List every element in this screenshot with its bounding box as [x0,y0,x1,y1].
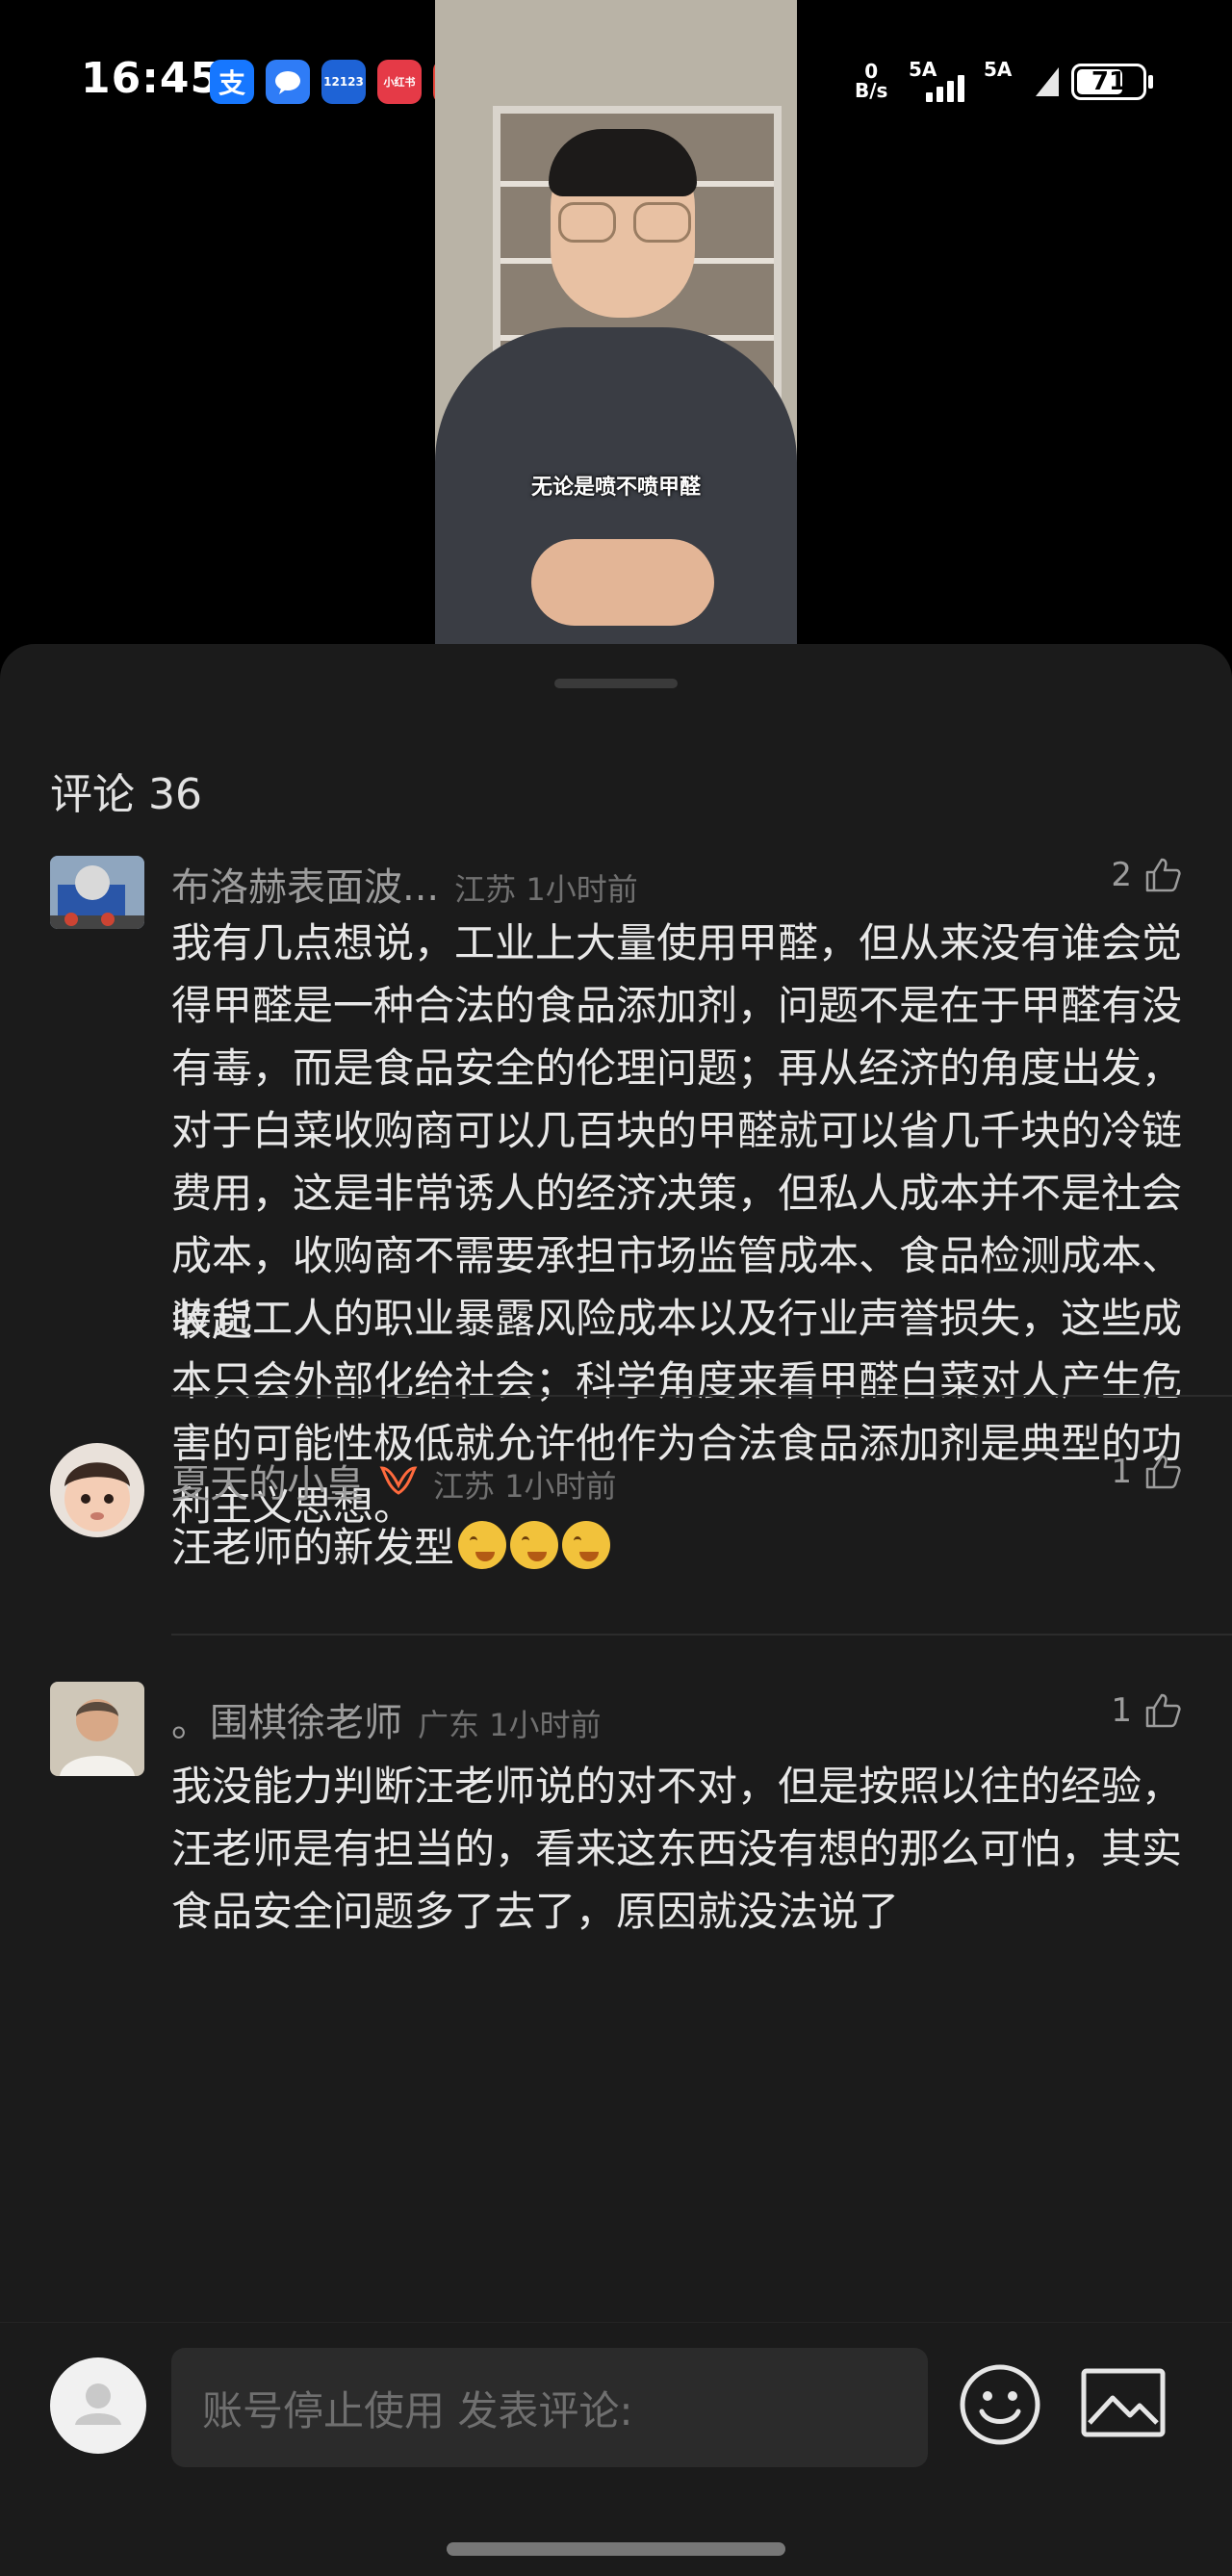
battery-icon: 71 [1071,64,1153,100]
comment-input[interactable]: 账号停止使用 发表评论: [171,2348,928,2467]
comment-text: 汪老师的新发型 [171,1524,455,1571]
like-button[interactable]: 1 [1111,1691,1182,1730]
like-count: 1 [1111,1691,1132,1730]
commenter-name[interactable]: 布洛赫表面波... [171,856,439,912]
commenter-name[interactable]: 。围棋徐老师 [171,1691,402,1747]
signal-2-label: 5A [984,58,1013,81]
like-button[interactable]: 1 [1111,1453,1182,1491]
comment-text: 我有几点想说，工业上大量使用甲醛，但从来没有谁会觉得甲醛是一种合法的食品添加剂，… [171,919,1183,1530]
drag-handle[interactable] [554,679,678,688]
wifi-weak-icon [1036,67,1059,96]
comment-sheet: 评论 36 布洛赫表面波... 江苏 1小时前 2 我有几点想说，工业上大量使用… [0,644,1232,2576]
divider [171,1395,1232,1397]
image-button[interactable] [1080,2365,1167,2442]
comment-location-time: 广东 1小时前 [418,1707,602,1743]
home-indicator[interactable] [447,2542,785,2556]
image-icon [1081,2368,1166,2437]
signal-1-label: 5A [909,58,937,81]
commenter-name[interactable]: 夏天的小皇 [171,1453,364,1508]
emoji-button[interactable] [957,2361,1043,2448]
avatar[interactable] [50,856,144,929]
like-count: 2 [1111,856,1132,894]
network-speed: 0 B/s [855,60,888,102]
emoji-icon [960,2364,1040,2445]
clock: 16:45 [81,54,221,103]
collapse-link[interactable]: 收起 [171,1289,252,1348]
signal-1-icon: 5A [909,58,970,102]
default-avatar-icon [75,2383,121,2425]
alipay-icon: 支 [210,60,254,104]
video-subtitle: 无论是喷不喷甲醛 [530,476,701,500]
avatar[interactable] [50,1443,144,1537]
xiaohongshu-icon: 小红书 [377,60,422,104]
comment-location-time: 江苏 1小时前 [454,871,638,908]
message-icon [266,60,310,104]
like-button[interactable]: 2 [1111,856,1182,894]
comment-input-bar: 账号停止使用 发表评论: [0,2322,1232,2576]
comment-location-time: 江苏 1小时前 [433,1468,617,1505]
like-icon [1145,1693,1181,1728]
comment-count-title: 评论 36 [50,770,202,819]
thinking-emoji-icon [458,1521,507,1569]
my-avatar[interactable] [50,2357,146,2454]
traffic-12123-icon: 12123 [321,60,366,104]
video-player[interactable]: 无论是喷不喷甲醛 [435,0,797,645]
comment-input-placeholder: 账号停止使用 发表评论: [202,2386,633,2434]
battery-level: 71 [1091,67,1127,96]
divider [171,1634,1232,1636]
like-icon [1145,858,1181,892]
thinking-emoji-icon [510,1521,559,1569]
avatar[interactable] [50,1682,144,1776]
like-icon [1145,1455,1181,1489]
thinking-emoji-icon [562,1521,611,1569]
like-count: 1 [1111,1453,1132,1491]
creator-badge-icon [379,1466,418,1495]
comment-text: 我没能力判断汪老师说的对不对，但是按照以往的经验，汪老师是有担当的，看来这东西没… [171,1763,1183,1935]
